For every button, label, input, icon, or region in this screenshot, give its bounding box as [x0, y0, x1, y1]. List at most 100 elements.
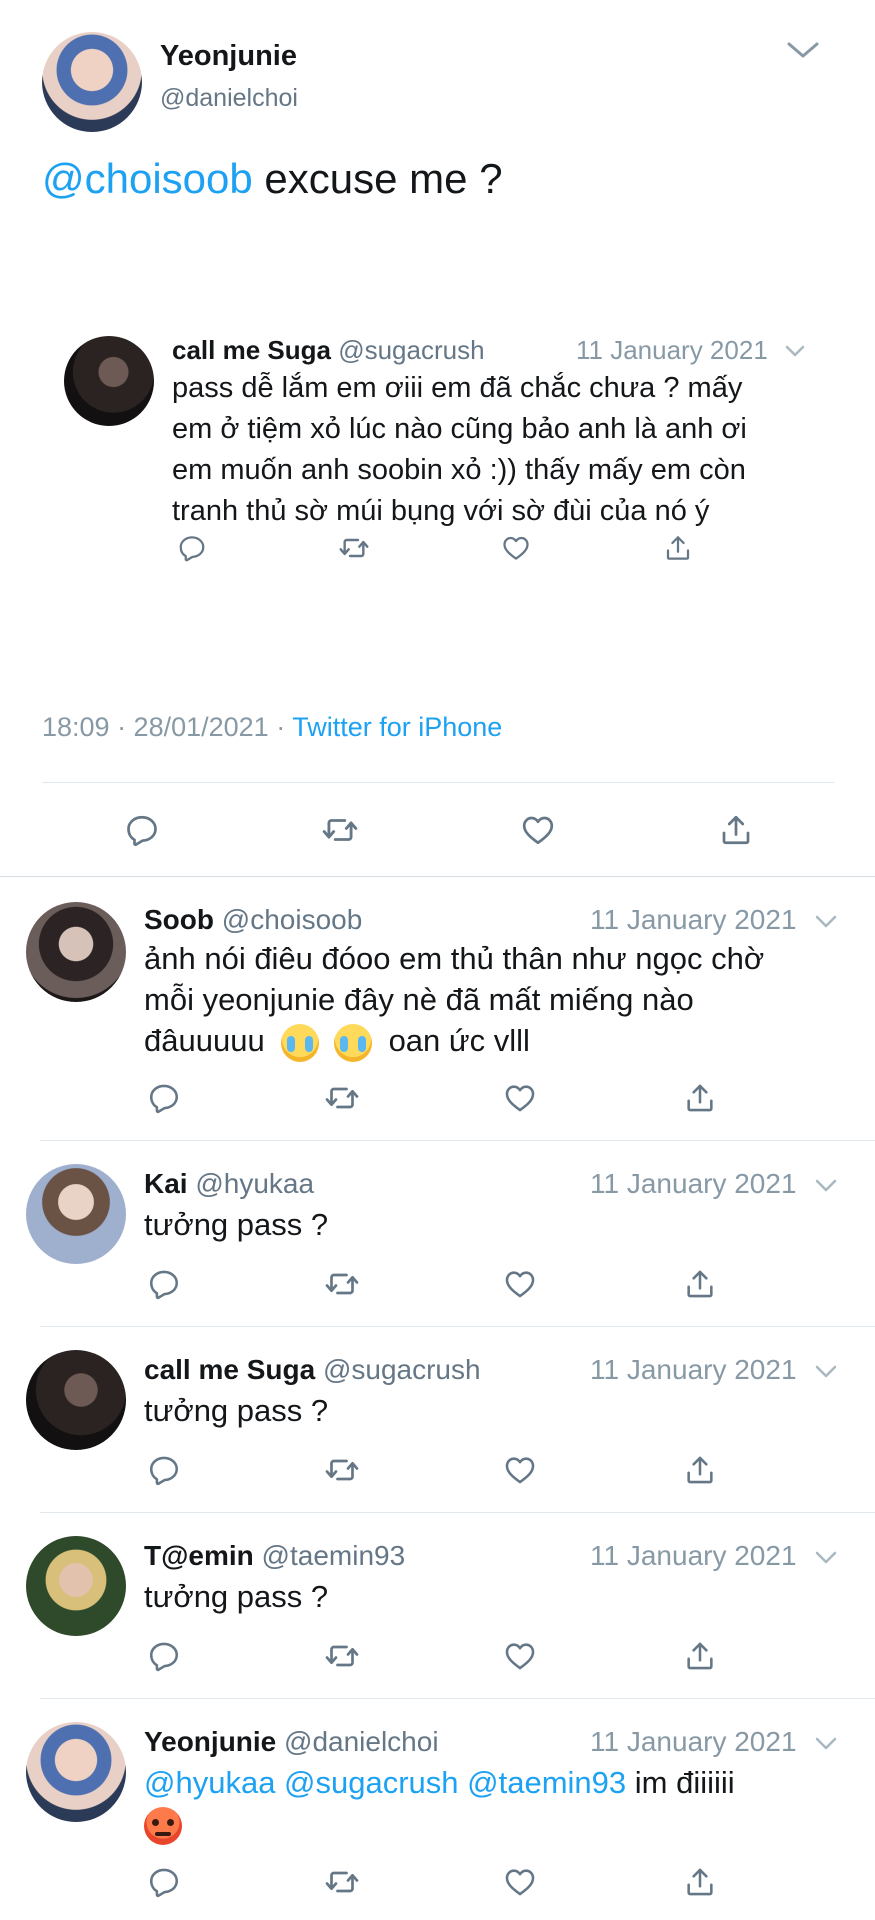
text-line: ảnh nói điêu đóoo em thủ thân như ngọc c… [144, 941, 765, 976]
reply-button[interactable] [144, 1862, 184, 1902]
tweet-date: 11 January 2021 [590, 1354, 797, 1385]
reply-text: tưởng pass ? [144, 1207, 329, 1242]
text-line: pass dễ lắm em ơiii em đã chắc chưa ? mấ… [172, 372, 743, 404]
like-button[interactable] [516, 808, 560, 852]
tweet-text: @choisoob excuse me ? [42, 155, 503, 203]
reply-meta: call me Suga @sugacrush [144, 1354, 481, 1386]
tweet-date: 11 January 2021 [590, 1540, 797, 1571]
mention-links[interactable]: @hyukaa @sugacrush @taemin93 [144, 1765, 626, 1800]
text-line: @hyukaa @sugacrush @taemin93 im điiiiii [144, 1762, 735, 1803]
share-button[interactable] [680, 1862, 720, 1902]
reply-icon [147, 1081, 181, 1115]
chevron-down-icon[interactable] [814, 1546, 837, 1568]
text-line [144, 1803, 735, 1845]
reply-text: tưởng pass ? [144, 1579, 329, 1614]
chevron-down-icon[interactable] [814, 1360, 837, 1382]
reply-button[interactable] [144, 1078, 184, 1118]
like-button[interactable] [500, 1862, 540, 1902]
chevron-down-icon[interactable] [785, 38, 821, 62]
like-icon [503, 1267, 537, 1301]
share-button[interactable] [680, 1636, 720, 1676]
share-icon [683, 1267, 717, 1301]
share-icon [663, 533, 693, 563]
reply-icon [147, 1453, 181, 1487]
angry-face-emoji-icon [144, 1806, 182, 1845]
avatar[interactable] [26, 1536, 126, 1636]
text-line: em muốn anh soobin xỏ :)) thấy mấy em cò… [172, 454, 746, 486]
author-name[interactable]: call me Suga [144, 1354, 315, 1385]
quoted-text: pass dễ lắm em ơiii em đã chắc chưa ? mấ… [172, 368, 747, 532]
like-button[interactable] [500, 1264, 540, 1304]
share-button[interactable] [658, 528, 698, 568]
author-handle[interactable]: @sugacrush [338, 335, 484, 365]
avatar[interactable] [26, 1164, 126, 1264]
text-line: mỗi yeonjunie đây nè đã mất miếng nào [144, 982, 694, 1017]
timestamp-text: 18:09 · 28/01/2021 · [42, 712, 293, 742]
share-button[interactable] [680, 1450, 720, 1490]
author-name[interactable]: Yeonjunie [160, 40, 297, 73]
reply-icon [147, 1267, 181, 1301]
reply-button[interactable] [144, 1450, 184, 1490]
text-segment: im điiiiii [626, 1765, 735, 1800]
like-button[interactable] [500, 1450, 540, 1490]
retweet-icon [321, 811, 359, 849]
reply-icon [147, 1639, 181, 1673]
reply-button[interactable] [120, 808, 164, 852]
like-button[interactable] [496, 528, 536, 568]
like-button[interactable] [500, 1636, 540, 1676]
chevron-down-icon[interactable] [814, 1174, 837, 1196]
author-name[interactable]: T@emin [144, 1540, 254, 1571]
retweet-button[interactable] [322, 1862, 362, 1902]
share-icon [683, 1081, 717, 1115]
retweet-icon [324, 1080, 360, 1116]
reply-text: tưởng pass ? [144, 1393, 329, 1428]
mention-link[interactable]: @choisoob [42, 155, 253, 202]
crying-emoji-icon [281, 1023, 320, 1062]
reply-button[interactable] [144, 1636, 184, 1676]
author-handle[interactable]: @danielchoi [160, 84, 298, 113]
retweet-button[interactable] [322, 1264, 362, 1304]
author-handle[interactable]: @hyukaa [195, 1168, 314, 1199]
avatar[interactable] [26, 902, 126, 1002]
reply-meta: T@emin @taemin93 [144, 1540, 405, 1572]
author-name[interactable]: Soob [144, 904, 214, 935]
share-button[interactable] [714, 808, 758, 852]
author-name[interactable]: Yeonjunie [144, 1726, 276, 1757]
author-name[interactable]: Kai [144, 1168, 188, 1199]
source-link[interactable]: Twitter for iPhone [292, 712, 502, 742]
author-handle[interactable]: @taemin93 [262, 1540, 406, 1571]
author-handle[interactable]: @sugacrush [323, 1354, 481, 1385]
tweet-date: 11 January 2021 [576, 335, 768, 365]
like-button[interactable] [500, 1078, 540, 1118]
retweet-button[interactable] [322, 1450, 362, 1490]
author-handle[interactable]: @danielchoi [284, 1726, 439, 1757]
reply-button[interactable] [144, 1264, 184, 1304]
reply-text: ảnh nói điêu đóoo em thủ thân như ngọc c… [144, 938, 764, 1062]
chevron-down-icon[interactable] [784, 340, 806, 362]
retweet-button[interactable] [322, 1636, 362, 1676]
reply-button[interactable] [172, 528, 212, 568]
like-icon [520, 812, 556, 848]
author-handle[interactable]: @choisoob [222, 904, 363, 935]
divider [40, 1698, 875, 1699]
share-button[interactable] [680, 1078, 720, 1118]
retweet-icon [324, 1266, 360, 1302]
avatar[interactable] [42, 32, 142, 132]
crying-emoji-icon [333, 1023, 372, 1062]
retweet-button[interactable] [322, 1078, 362, 1118]
retweet-icon [338, 532, 370, 564]
reply-icon [177, 533, 207, 563]
author-name[interactable]: call me Suga [172, 335, 331, 365]
text-line: đâuuuuu oan ức vlll [144, 1020, 764, 1062]
retweet-button[interactable] [318, 808, 362, 852]
chevron-down-icon[interactable] [814, 910, 837, 932]
tweet-text-body: excuse me ? [252, 155, 503, 202]
retweet-button[interactable] [334, 528, 374, 568]
avatar[interactable] [26, 1350, 126, 1450]
avatar[interactable] [64, 336, 154, 426]
share-button[interactable] [680, 1264, 720, 1304]
chevron-down-icon[interactable] [814, 1732, 837, 1754]
avatar[interactable] [26, 1722, 126, 1822]
share-icon [683, 1865, 717, 1899]
reply-text: @hyukaa @sugacrush @taemin93 im điiiiii [144, 1762, 735, 1845]
